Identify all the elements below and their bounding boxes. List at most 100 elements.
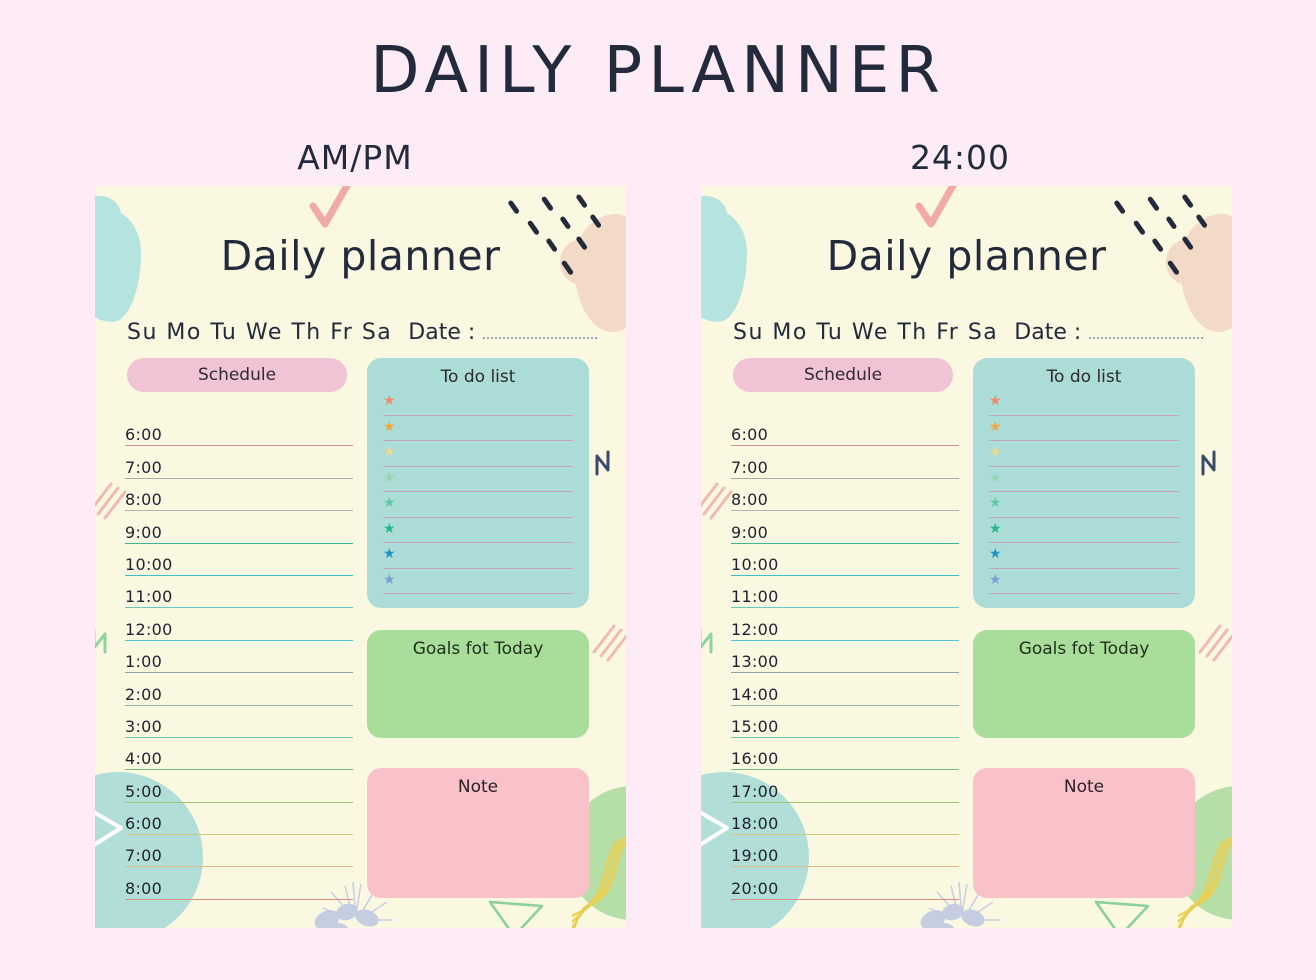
weekday-abbreviations[interactable]: Su Mo Tu We Th Fr Sa <box>733 320 998 345</box>
goals-box[interactable]: Goals fot Today <box>367 630 589 738</box>
todo-item[interactable]: ★ <box>383 496 573 522</box>
todo-item[interactable]: ★ <box>989 394 1179 420</box>
schedule-slot[interactable]: 7:00 <box>125 446 353 479</box>
todo-entry-line[interactable] <box>383 440 573 441</box>
schedule-slot[interactable]: 9:00 <box>731 511 959 544</box>
note-box[interactable]: Note <box>367 768 589 898</box>
mode-label-ampm: AM/PM <box>297 138 413 177</box>
todo-entry-line[interactable] <box>383 567 573 569</box>
schedule-slot[interactable]: 4:00 <box>125 738 353 771</box>
todo-item[interactable]: ★ <box>383 445 573 471</box>
schedule-time-label: 18:00 <box>731 814 779 834</box>
star-icon: ★ <box>989 546 1002 562</box>
schedule-slot[interactable]: 16:00 <box>731 738 959 771</box>
pink-stripes-decoration-right <box>1198 624 1232 662</box>
schedule-slot[interactable]: 18:00 <box>731 803 959 836</box>
todo-item[interactable]: ★ <box>989 471 1179 497</box>
schedule-time-label: 10:00 <box>731 554 779 574</box>
todo-item[interactable]: ★ <box>989 445 1179 471</box>
todo-entry-line[interactable] <box>989 440 1179 441</box>
schedule-time-label: 7:00 <box>125 846 163 866</box>
todo-entry-line[interactable] <box>989 567 1179 569</box>
schedule-slot[interactable]: 7:00 <box>731 446 959 479</box>
schedule-time-label: 3:00 <box>125 716 163 736</box>
schedule-slot[interactable]: 8:00 <box>125 867 353 900</box>
date-input-line[interactable] <box>1089 336 1203 339</box>
todo-item[interactable]: ★ <box>989 522 1179 548</box>
schedule-time-label: 8:00 <box>125 878 163 898</box>
todo-item[interactable]: ★ <box>989 547 1179 573</box>
todo-entry-line[interactable] <box>989 516 1179 518</box>
schedule-slot[interactable]: 3:00 <box>125 706 353 738</box>
schedule-slot[interactable]: 1:00 <box>125 641 353 674</box>
schedule-slot[interactable]: 6:00 <box>125 803 353 836</box>
schedule-slot[interactable]: 7:00 <box>125 835 353 868</box>
schedule-slot[interactable]: 17:00 <box>731 770 959 803</box>
todo-item[interactable]: ★ <box>383 573 573 599</box>
schedule-slot[interactable]: 6:00 <box>731 414 959 447</box>
pink-stripes-decoration-right <box>592 624 626 662</box>
schedule-time-label: 13:00 <box>731 652 779 672</box>
schedule-entry-line[interactable] <box>731 898 959 900</box>
goals-box[interactable]: Goals fot Today <box>973 630 1195 738</box>
schedule-slot[interactable]: 6:00 <box>125 414 353 447</box>
schedule-slot[interactable]: 11:00 <box>731 576 959 609</box>
schedule-time-label: 9:00 <box>125 522 163 542</box>
star-icon: ★ <box>383 546 396 562</box>
pink-check-icon <box>309 186 351 228</box>
schedule-slot[interactable]: 9:00 <box>125 511 353 544</box>
todo-item[interactable]: ★ <box>383 394 573 420</box>
todo-entry-line[interactable] <box>989 414 1179 416</box>
schedule-time-label: 8:00 <box>125 490 163 510</box>
todo-item[interactable]: ★ <box>989 420 1179 446</box>
schedule-time-label: 6:00 <box>125 425 163 445</box>
todo-item[interactable]: ★ <box>383 522 573 548</box>
todo-entry-line[interactable] <box>383 593 573 594</box>
schedule-slot[interactable]: 19:00 <box>731 835 959 868</box>
todo-item[interactable]: ★ <box>989 573 1179 599</box>
todo-entry-line[interactable] <box>383 516 573 518</box>
schedule-slot[interactable]: 10:00 <box>125 544 353 576</box>
schedule-slot[interactable]: 8:00 <box>125 479 353 512</box>
note-label: Note <box>1063 777 1105 797</box>
todo-entry-line[interactable] <box>989 465 1179 467</box>
todo-entry-line[interactable] <box>383 465 573 467</box>
note-box[interactable]: Note <box>973 768 1195 898</box>
star-icon: ★ <box>989 469 1002 486</box>
planner-card-ampm: Daily planner Su Mo Tu We Th Fr Sa Date … <box>95 186 626 928</box>
schedule-slot[interactable]: 20:00 <box>731 867 959 900</box>
schedule-slot[interactable]: 11:00 <box>125 576 353 609</box>
schedule-slot[interactable]: 12:00 <box>125 608 353 641</box>
schedule-time-label: 8:00 <box>731 490 769 510</box>
schedule-list-24h: 6:00 7:00 8:00 9:00 10:00 11:00 12:00 13:00 14:0… <box>731 414 959 900</box>
todo-entry-line[interactable] <box>989 542 1179 543</box>
schedule-time-label: 20:00 <box>731 878 779 898</box>
date-input-line[interactable] <box>483 336 597 339</box>
mode-label-24h: 24:00 <box>909 138 1011 177</box>
star-icon: ★ <box>383 418 396 435</box>
schedule-time-label: 1:00 <box>125 652 163 672</box>
card-title: Daily planner <box>826 232 1107 280</box>
todo-entry-line[interactable] <box>383 542 573 543</box>
schedule-slot[interactable]: 2:00 <box>125 673 353 706</box>
todo-item[interactable]: ★ <box>989 496 1179 522</box>
schedule-slot[interactable]: 13:00 <box>731 641 959 674</box>
schedule-slot[interactable]: 12:00 <box>731 608 959 641</box>
schedule-slot[interactable]: 15:00 <box>731 706 959 738</box>
schedule-slot[interactable]: 5:00 <box>125 770 353 803</box>
todo-entry-line[interactable] <box>383 491 573 492</box>
schedule-time-label: 9:00 <box>731 522 769 542</box>
todo-item[interactable]: ★ <box>383 471 573 497</box>
todo-entry-line[interactable] <box>383 414 573 416</box>
schedule-slot[interactable]: 10:00 <box>731 544 959 576</box>
todo-entry-line[interactable] <box>989 593 1179 594</box>
schedule-slot[interactable]: 14:00 <box>731 673 959 706</box>
weekday-abbreviations[interactable]: Su Mo Tu We Th Fr Sa <box>127 320 392 345</box>
schedule-entry-line[interactable] <box>125 898 353 900</box>
schedule-list-ampm: 6:00 7:00 8:00 9:00 10:00 11:00 12:00 1:00 2:00 3… <box>125 414 353 900</box>
planner-page: DAILY PLANNER AM/PM 24:00 Daily planner … <box>0 0 1316 980</box>
todo-item[interactable]: ★ <box>383 547 573 573</box>
todo-item[interactable]: ★ <box>383 420 573 446</box>
schedule-slot[interactable]: 8:00 <box>731 479 959 512</box>
todo-entry-line[interactable] <box>989 491 1179 492</box>
